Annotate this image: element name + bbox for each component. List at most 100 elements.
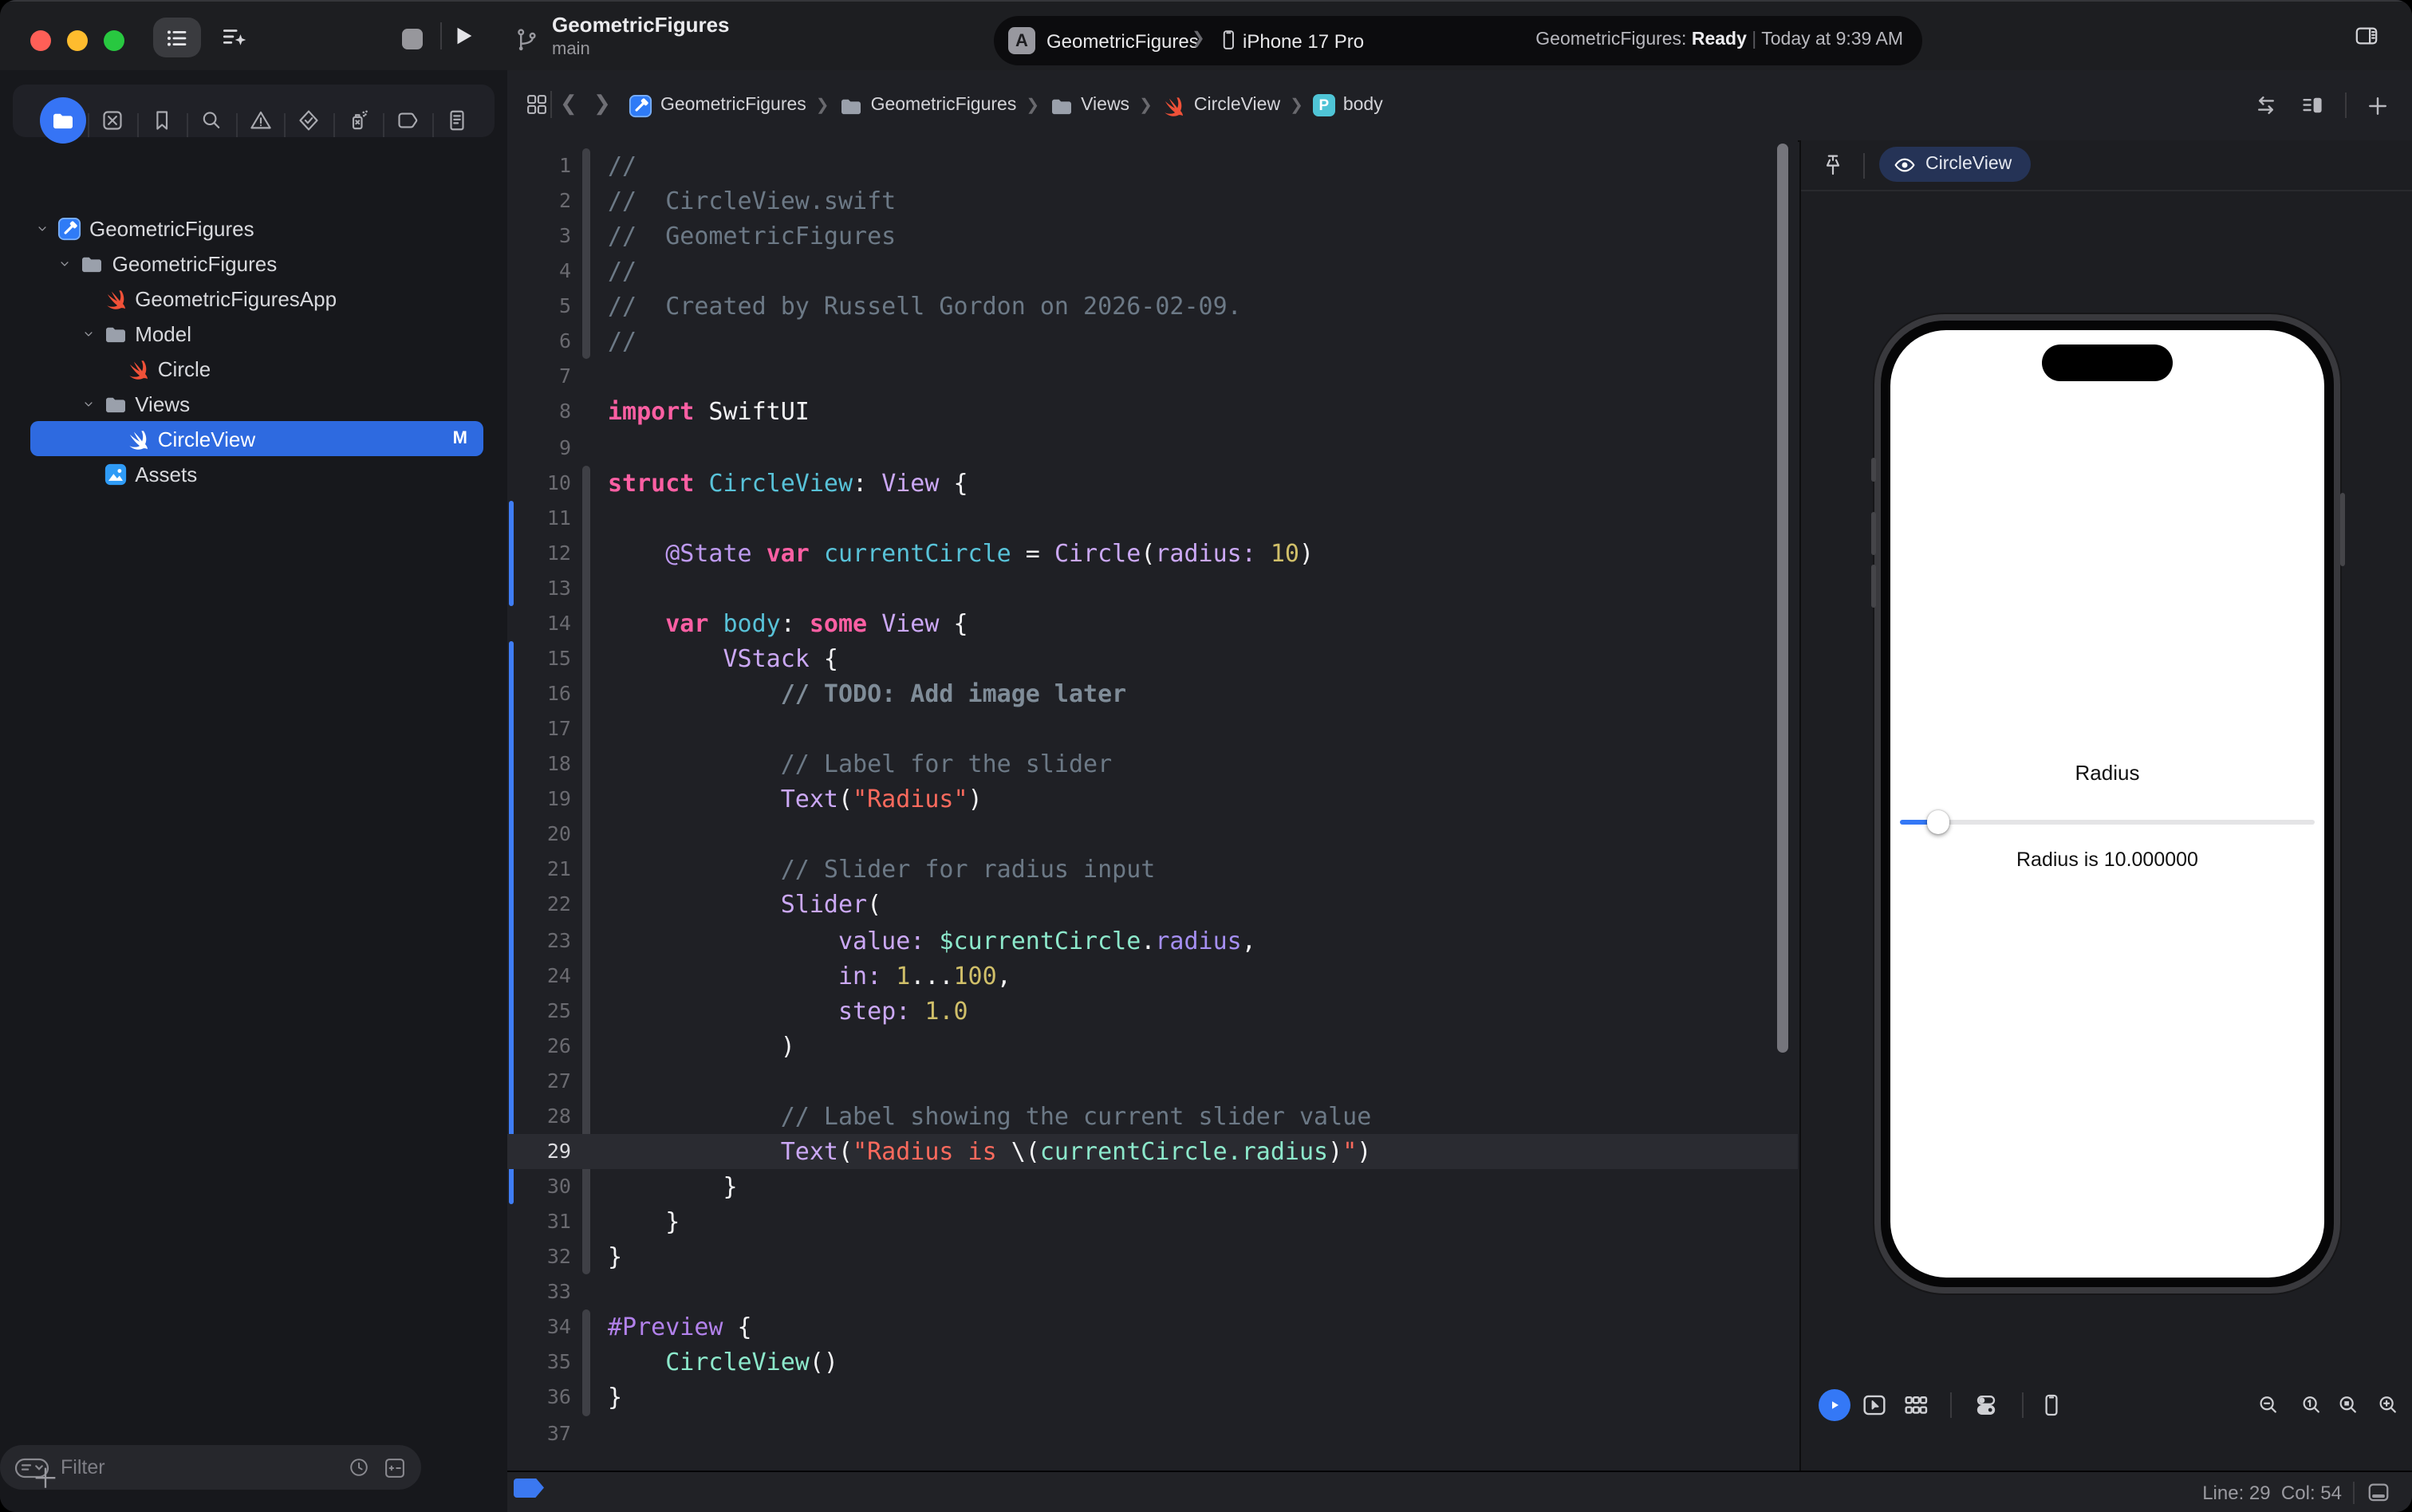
code-text: // Slider for radius input bbox=[608, 855, 1156, 884]
scheme-destination-pill[interactable]: A GeometricFigures ❯ iPhone 17 Pro Geome… bbox=[994, 16, 1922, 65]
zoom-button[interactable] bbox=[104, 30, 124, 51]
code-line-35: 35 CircleView() bbox=[507, 1345, 1798, 1380]
radius-value-label: Radius is 10.000000 bbox=[2016, 849, 2198, 871]
code-line-4: 4 // bbox=[507, 254, 1798, 289]
destination-name[interactable]: iPhone 17 Pro bbox=[1243, 30, 1364, 53]
navigator-tab-issue-navigator[interactable] bbox=[241, 100, 279, 139]
tree-item-label: Assets bbox=[135, 462, 198, 486]
code-text: import SwiftUI bbox=[608, 397, 810, 427]
swift-icon bbox=[103, 286, 127, 310]
line-number: 21 bbox=[546, 856, 571, 881]
disclosure-chevron-icon[interactable] bbox=[81, 396, 95, 411]
tree-item-geometricfigures[interactable]: GeometricFigures bbox=[0, 246, 507, 281]
back-button[interactable]: ❮ bbox=[560, 91, 577, 116]
debug-area-toggle-icon[interactable] bbox=[2366, 1479, 2391, 1503]
sidebar-list-button[interactable] bbox=[153, 18, 201, 57]
code-text: @State var currentCircle = Circle(radius… bbox=[665, 538, 1314, 568]
tree-item-views[interactable]: Views bbox=[0, 386, 507, 421]
tree-item-geometricfigures[interactable]: GeometricFigures bbox=[0, 211, 507, 246]
line-number: 28 bbox=[546, 1103, 571, 1128]
code-text: } bbox=[608, 1172, 738, 1202]
navigator-tab-bookmark-navigator[interactable] bbox=[142, 100, 180, 139]
breadcrumb-item-geometricfigures[interactable]: GeometricFigures bbox=[629, 93, 806, 117]
navigator-tab-breakpoint-navigator[interactable] bbox=[388, 100, 427, 139]
navigator-tab-project-navigator[interactable] bbox=[39, 96, 85, 143]
selectable-mode-button[interactable] bbox=[1860, 1392, 1887, 1419]
zoom-fit-button[interactable] bbox=[2336, 1393, 2360, 1417]
dynamic-island bbox=[2042, 345, 2173, 381]
bottom-bar: Line: 29 Col: 54 bbox=[507, 1471, 2412, 1512]
slider-thumb[interactable] bbox=[1926, 810, 1950, 833]
run-button[interactable] bbox=[451, 24, 475, 48]
volume-up-button bbox=[1870, 512, 1875, 555]
swap-editor-icon[interactable] bbox=[2252, 93, 2280, 118]
editor-controls-divider bbox=[2345, 93, 2347, 118]
zoom-out-button[interactable] bbox=[2256, 1393, 2280, 1417]
filter-field[interactable]: Filter bbox=[0, 1445, 421, 1490]
preview-tab[interactable]: CircleView bbox=[1879, 147, 2032, 182]
forward-button[interactable]: ❯ bbox=[593, 91, 611, 116]
navigator-tab-find-navigator[interactable] bbox=[191, 100, 230, 139]
tree-item-circle[interactable]: Circle bbox=[0, 351, 507, 386]
breadcrumb-item-circleview[interactable]: CircleView bbox=[1162, 93, 1280, 117]
code-line-21: 21 // Slider for radius input bbox=[507, 852, 1798, 888]
activity-status: GeometricFigures: Ready | Today at 9:39 … bbox=[1535, 30, 1903, 49]
xcodeproj-icon bbox=[57, 216, 81, 240]
canvas-header-divider bbox=[1863, 153, 1865, 179]
line-number: 10 bbox=[546, 470, 571, 494]
tree-item-circleview[interactable]: CircleView M bbox=[0, 421, 507, 456]
breadcrumb-label: CircleView bbox=[1193, 96, 1281, 115]
breadcrumb-label: GeometricFigures bbox=[870, 96, 1017, 115]
add-button[interactable]: ＋ bbox=[32, 1456, 59, 1496]
tree-item-assets[interactable]: Assets bbox=[0, 456, 507, 491]
code-line-7: 7 bbox=[507, 360, 1798, 395]
inspector-toggle-button[interactable] bbox=[2342, 16, 2391, 56]
power-button bbox=[2339, 493, 2344, 566]
editor-scrollbar[interactable] bbox=[1777, 144, 1788, 1053]
editor-layout-icon[interactable] bbox=[2299, 93, 2326, 118]
swift-icon bbox=[126, 356, 150, 380]
code-text: in: 1...100, bbox=[838, 961, 1011, 990]
line-number: 15 bbox=[546, 645, 571, 670]
related-items-icon[interactable] bbox=[525, 93, 549, 116]
code-text: } bbox=[608, 1383, 623, 1412]
close-button[interactable] bbox=[30, 30, 51, 51]
source-editor[interactable]: 1 // 2 // CircleView.swift 3 // GeometricFigu… bbox=[507, 140, 1798, 1471]
slider-track[interactable] bbox=[1900, 819, 2315, 825]
tree-item-label: Model bbox=[135, 321, 192, 345]
disclosure-chevron-icon[interactable] bbox=[58, 256, 73, 270]
radius-slider[interactable] bbox=[1900, 809, 2315, 834]
minimize-button[interactable] bbox=[67, 30, 88, 51]
scheme-name[interactable]: GeometricFigures bbox=[1046, 30, 1199, 53]
navigator-tab-source-control-navigator[interactable] bbox=[93, 100, 131, 139]
stop-button[interactable] bbox=[402, 29, 423, 49]
tree-item-geometricfiguresapp[interactable]: GeometricFiguresApp bbox=[0, 281, 507, 316]
navigator-tab-test-navigator[interactable] bbox=[290, 100, 328, 139]
pin-icon[interactable] bbox=[1820, 152, 1846, 179]
device-settings-button[interactable] bbox=[1973, 1392, 1998, 1419]
zoom-in-button[interactable] bbox=[2375, 1393, 2399, 1417]
compose-sparkle-icon[interactable] bbox=[211, 18, 255, 57]
breakpoint-tag-icon[interactable] bbox=[514, 1478, 544, 1498]
navigator-tab-debug-navigator[interactable] bbox=[339, 100, 377, 139]
code-line-16: 16 // TODO: Add image later bbox=[507, 676, 1798, 711]
bottombar-divider bbox=[2353, 1482, 2355, 1504]
device-button[interactable] bbox=[2038, 1392, 2063, 1419]
disclosure-chevron-icon[interactable] bbox=[81, 326, 95, 341]
recents-clock-icon[interactable] bbox=[348, 1456, 370, 1479]
code-line-6: 6 // bbox=[507, 325, 1798, 360]
variants-button[interactable] bbox=[1902, 1392, 1929, 1419]
code-text: // Label for the slider bbox=[608, 750, 1113, 779]
filter-plusminus-icon[interactable] bbox=[383, 1455, 407, 1479]
live-preview-button[interactable] bbox=[1818, 1389, 1850, 1421]
breadcrumb-item-views[interactable]: Views bbox=[1049, 93, 1129, 117]
breadcrumb-separator-icon: ❯ bbox=[1139, 96, 1153, 114]
breadcrumb-item-body[interactable]: Pbody bbox=[1312, 94, 1383, 116]
line-number: 34 bbox=[546, 1314, 571, 1339]
navigator-tab-report-navigator[interactable] bbox=[438, 100, 476, 139]
disclosure-chevron-icon[interactable] bbox=[35, 221, 49, 235]
tree-item-model[interactable]: Model bbox=[0, 316, 507, 351]
zoom-100-button[interactable] bbox=[2299, 1393, 2323, 1417]
add-editor-icon[interactable] bbox=[2366, 93, 2390, 117]
breadcrumb-item-geometricfigures[interactable]: GeometricFigures bbox=[839, 93, 1017, 117]
